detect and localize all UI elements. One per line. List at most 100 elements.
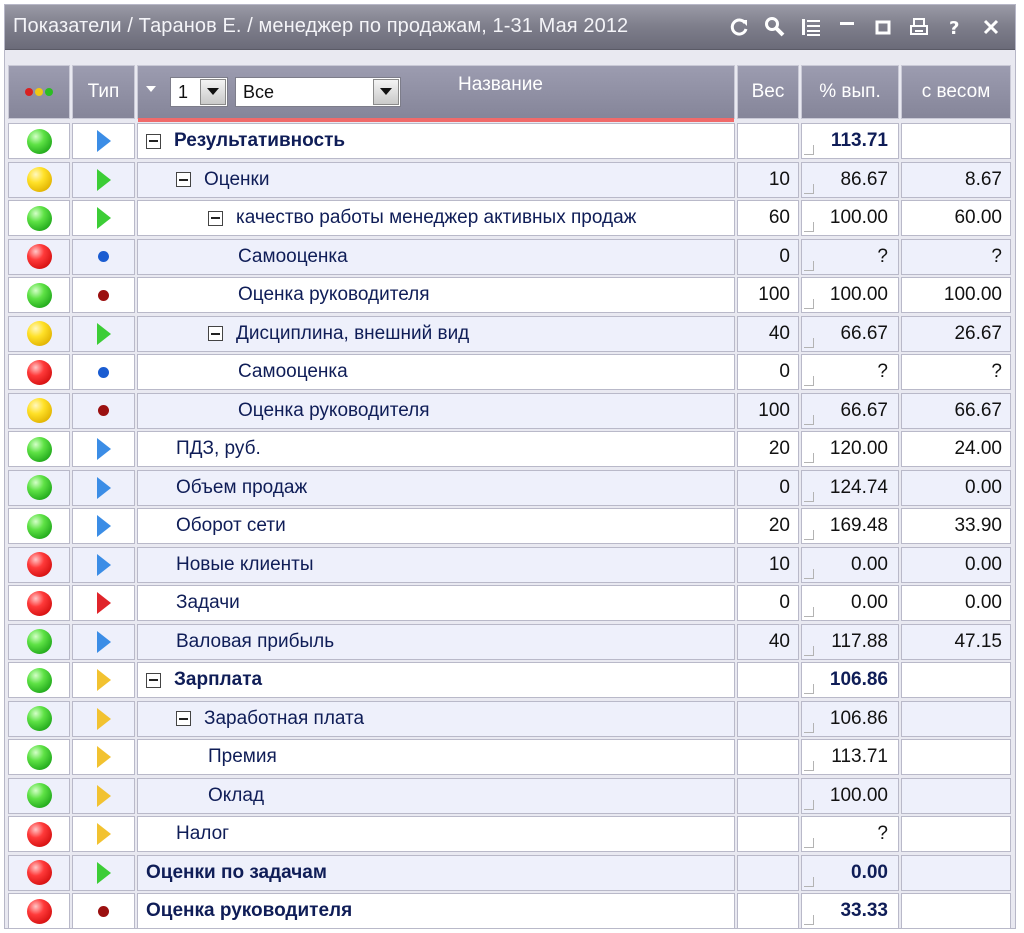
name-cell[interactable]: Премия xyxy=(137,739,735,775)
name-cell[interactable]: Оценки xyxy=(137,161,735,198)
collapse-icon[interactable] xyxy=(176,172,191,187)
table-row[interactable]: Оценка руководителя 100 66.67 66.67 xyxy=(8,392,1011,431)
print-icon[interactable] xyxy=(905,14,933,40)
table-row[interactable]: Результативность 113.71 xyxy=(8,123,1011,161)
percent-cell[interactable]: 66.67 xyxy=(801,315,899,352)
percent-cell[interactable]: 100.00 xyxy=(801,777,899,814)
table-row[interactable]: Зарплата 106.86 xyxy=(8,662,1011,700)
percent-cell[interactable]: ? xyxy=(801,816,899,852)
name-cell[interactable]: ПДЗ, руб. xyxy=(137,431,735,467)
weight-cell xyxy=(737,777,799,814)
name-cell[interactable]: Дисциплина, внешний вид xyxy=(137,315,735,352)
table-row[interactable]: Оценки 10 86.67 8.67 xyxy=(8,161,1011,200)
name-cell[interactable]: Самооценка xyxy=(137,354,735,390)
percent-cell[interactable]: 169.48 xyxy=(801,508,899,544)
sort-arrow-icon[interactable] xyxy=(146,86,156,92)
weight-cell xyxy=(737,854,799,891)
table-row[interactable]: Оценки по задачам 0.00 xyxy=(8,854,1011,893)
collapse-icon[interactable] xyxy=(208,210,223,226)
refresh-icon[interactable] xyxy=(725,14,753,40)
name-cell[interactable]: Оборот сети xyxy=(137,508,735,544)
weighted-column-header[interactable]: с весом xyxy=(901,65,1011,119)
level-select[interactable]: 1 xyxy=(170,77,228,107)
close-icon[interactable] xyxy=(977,14,1005,40)
red-status-light-icon xyxy=(26,898,52,924)
table-row[interactable]: Премия 113.71 xyxy=(8,739,1011,777)
name-cell[interactable]: Оценка руководителя xyxy=(137,893,735,929)
red-status-light-icon xyxy=(26,359,52,385)
percent-cell[interactable]: 0.00 xyxy=(801,585,899,621)
table-row[interactable]: Задачи 0 0.00 0.00 xyxy=(8,585,1011,623)
table-row[interactable]: качество работы менеджер активных продаж… xyxy=(8,200,1011,238)
percent-cell[interactable]: 117.88 xyxy=(801,623,899,660)
collapse-icon[interactable] xyxy=(146,133,161,149)
weight-cell xyxy=(737,816,799,852)
name-cell[interactable]: Объем продаж xyxy=(137,469,735,506)
percent-column-header[interactable]: % вып. xyxy=(801,65,899,119)
percent-cell[interactable]: 120.00 xyxy=(801,431,899,467)
percent-cell[interactable]: 86.67 xyxy=(801,161,899,198)
table-row[interactable]: Дисциплина, внешний вид 40 66.67 26.67 xyxy=(8,315,1011,354)
percent-cell[interactable]: 113.71 xyxy=(801,123,899,159)
name-cell[interactable]: Оценка руководителя xyxy=(137,277,735,313)
search-icon[interactable] xyxy=(761,14,789,40)
table-row[interactable]: Объем продаж 0 124.74 0.00 xyxy=(8,469,1011,508)
name-cell[interactable]: Новые клиенты xyxy=(137,546,735,583)
type-column-header[interactable]: Тип xyxy=(72,65,135,119)
collapse-icon[interactable] xyxy=(176,711,191,726)
weighted-cell xyxy=(901,123,1011,159)
name-cell[interactable]: Зарплата xyxy=(137,662,735,698)
chevron-down-icon[interactable] xyxy=(373,79,399,105)
percent-cell[interactable]: 106.86 xyxy=(801,662,899,698)
name-cell[interactable]: Валовая прибыль xyxy=(137,623,735,660)
name-cell[interactable]: Оклад xyxy=(137,777,735,814)
table-row[interactable]: Оборот сети 20 169.48 33.90 xyxy=(8,508,1011,546)
percent-cell[interactable]: 0.00 xyxy=(801,854,899,891)
percent-cell[interactable]: ? xyxy=(801,238,899,275)
status-cell xyxy=(8,508,70,544)
percent-cell[interactable]: 0.00 xyxy=(801,546,899,583)
table-row[interactable]: Самооценка 0?? xyxy=(8,354,1011,392)
percent-cell[interactable]: 33.33 xyxy=(801,893,899,929)
table-row[interactable]: Заработная плата 106.86 xyxy=(8,700,1011,739)
status-column-header[interactable] xyxy=(8,65,70,119)
table-row[interactable]: ПДЗ, руб. 20 120.00 24.00 xyxy=(8,431,1011,469)
name-cell[interactable]: Оценки по задачам xyxy=(137,854,735,891)
blue-triangle-icon xyxy=(96,630,111,653)
table-row[interactable]: Оклад 100.00 xyxy=(8,777,1011,816)
table-row[interactable]: Оценка руководителя 33.33 xyxy=(8,893,1011,931)
weighted-cell: 0.00 xyxy=(901,585,1011,621)
percent-cell[interactable]: 100.00 xyxy=(801,277,899,313)
collapse-icon[interactable] xyxy=(146,672,161,688)
name-cell[interactable]: качество работы менеджер активных продаж xyxy=(137,200,735,236)
name-column-header[interactable]: 1 Все Название xyxy=(137,65,735,122)
table-row[interactable]: Налог? xyxy=(8,816,1011,854)
percent-cell[interactable]: 100.00 xyxy=(801,200,899,236)
percent-cell[interactable]: 124.74 xyxy=(801,469,899,506)
percent-cell[interactable]: ? xyxy=(801,354,899,390)
maximize-icon[interactable] xyxy=(869,14,897,40)
name-cell[interactable]: Налог xyxy=(137,816,735,852)
chevron-down-icon[interactable] xyxy=(200,79,226,105)
collapse-icon[interactable] xyxy=(208,326,223,341)
name-cell[interactable]: Результативность xyxy=(137,123,735,159)
help-icon[interactable]: ? xyxy=(941,14,969,40)
percent-cell[interactable]: 113.71 xyxy=(801,739,899,775)
name-cell[interactable]: Самооценка xyxy=(137,238,735,275)
green-status-light-icon xyxy=(26,205,52,231)
table-row[interactable]: Самооценка 0?? xyxy=(8,238,1011,277)
minimize-icon[interactable] xyxy=(833,14,861,40)
status-cell xyxy=(8,700,70,737)
type-cell xyxy=(72,200,135,236)
list-icon[interactable] xyxy=(797,14,825,40)
table-row[interactable]: Оценка руководителя 100 100.00 100.00 xyxy=(8,277,1011,315)
weight-column-header[interactable]: Вес xyxy=(737,65,799,119)
name-cell[interactable]: Оценка руководителя xyxy=(137,392,735,429)
table-row[interactable]: Новые клиенты 10 0.00 0.00 xyxy=(8,546,1011,585)
filter-select[interactable]: Все xyxy=(235,77,401,107)
table-row[interactable]: Валовая прибыль 40 117.88 47.15 xyxy=(8,623,1011,662)
name-cell[interactable]: Задачи xyxy=(137,585,735,621)
percent-cell[interactable]: 106.86 xyxy=(801,700,899,737)
name-cell[interactable]: Заработная плата xyxy=(137,700,735,737)
percent-cell[interactable]: 66.67 xyxy=(801,392,899,429)
